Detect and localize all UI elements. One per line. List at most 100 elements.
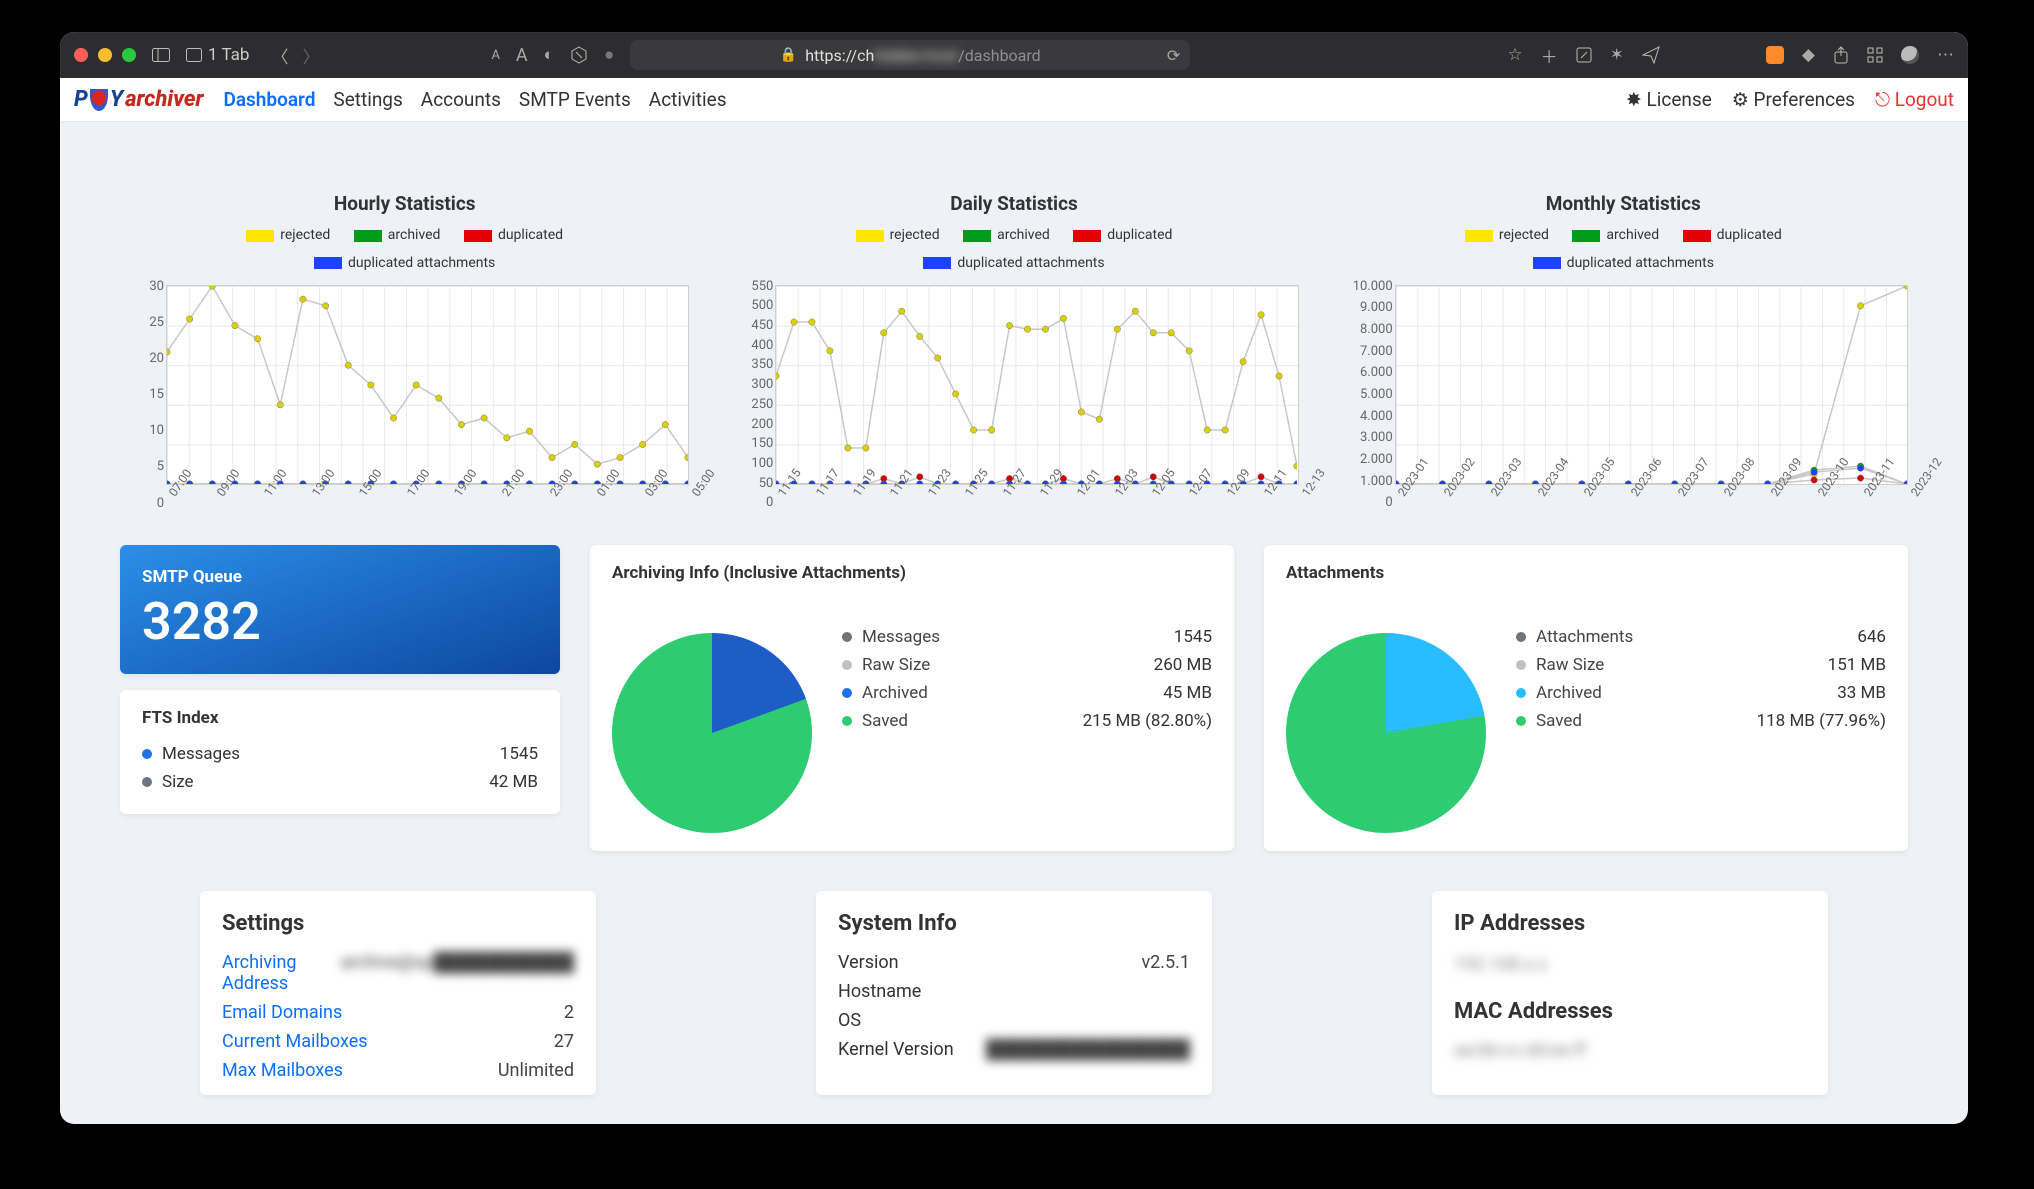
swatch-yellow bbox=[246, 230, 274, 242]
tab-count[interactable]: 1 Tab bbox=[186, 45, 249, 65]
row-label[interactable]: Max Mailboxes bbox=[222, 1060, 343, 1081]
swatch-red bbox=[1073, 230, 1101, 242]
legend-duplicated[interactable]: duplicated bbox=[1683, 223, 1782, 248]
pie-chart-archiving[interactable] bbox=[612, 633, 812, 833]
x-tick: 05:00 bbox=[689, 491, 700, 499]
url-host-hidden: hidden-host bbox=[874, 46, 958, 65]
list-item: Kernel Version ████████████████ bbox=[838, 1035, 1190, 1064]
license-link[interactable]: ✸ License bbox=[1626, 88, 1712, 111]
half-circle-icon[interactable]: ◐ bbox=[544, 45, 554, 65]
adblock-icon[interactable] bbox=[570, 46, 588, 64]
x-tick: 11:00 bbox=[261, 491, 272, 499]
text-size-small-icon[interactable]: A bbox=[491, 48, 499, 63]
nav-back-icon[interactable]: 〈 bbox=[271, 43, 288, 68]
diamond-extension-icon[interactable]: ◆ bbox=[1802, 45, 1815, 65]
logo-text-a: P bbox=[74, 87, 88, 112]
x-tick: 2023-08 bbox=[1721, 491, 1732, 499]
legend-archived[interactable]: archived bbox=[963, 223, 1050, 248]
share-icon[interactable] bbox=[1833, 46, 1849, 64]
sidebar-toggle-icon[interactable] bbox=[152, 48, 170, 62]
license-icon: ✸ bbox=[1626, 88, 1642, 111]
swatch-yellow bbox=[856, 230, 884, 242]
chart-daily-title: Daily Statistics bbox=[729, 192, 1298, 215]
row-value: 45 MB bbox=[1163, 683, 1212, 703]
app-navbar: P Y archiver Dashboard Settings Accounts… bbox=[60, 78, 1968, 122]
reload-icon[interactable]: ⟳ bbox=[1167, 46, 1180, 65]
send-plane-icon[interactable] bbox=[1642, 46, 1660, 64]
legend-dup-attach[interactable]: duplicated attachments bbox=[314, 251, 495, 276]
x-tick: 2023-04 bbox=[1535, 491, 1546, 499]
license-label: License bbox=[1647, 88, 1712, 111]
tab-activities[interactable]: Activities bbox=[649, 88, 727, 111]
tab-settings[interactable]: Settings bbox=[333, 88, 402, 111]
row-label[interactable]: Email Domains bbox=[222, 1002, 342, 1023]
row-label: Messages bbox=[862, 627, 940, 647]
minimize-window-button[interactable] bbox=[98, 48, 112, 62]
chart-daily-plot[interactable] bbox=[775, 285, 1298, 485]
url-protocol: https:// bbox=[805, 46, 857, 65]
grid-apps-icon[interactable] bbox=[1867, 47, 1883, 63]
ip-title: IP Addresses bbox=[1454, 911, 1806, 936]
tab-dashboard[interactable]: Dashboard bbox=[223, 88, 315, 111]
bullet-icon bbox=[1516, 660, 1526, 670]
x-tick: 2023-07 bbox=[1675, 491, 1686, 499]
tab-smtp-events[interactable]: SMTP Events bbox=[519, 88, 631, 111]
record-dot-icon[interactable]: ● bbox=[604, 45, 614, 65]
fullscreen-window-button[interactable] bbox=[122, 48, 136, 62]
legend-archived[interactable]: archived bbox=[1572, 223, 1659, 248]
bullet-icon bbox=[842, 688, 852, 698]
close-window-button[interactable] bbox=[74, 48, 88, 62]
card-smtp-queue[interactable]: SMTP Queue 3282 bbox=[120, 545, 560, 674]
gear-icon: ⚙ bbox=[1732, 88, 1749, 111]
settings-gear-icon[interactable]: ✶ bbox=[1610, 45, 1624, 65]
url-bar[interactable]: 🔒 https://chhidden-host/dashboard ⟳ bbox=[630, 40, 1190, 70]
row-value: 1545 bbox=[1174, 627, 1212, 647]
tab-accounts[interactable]: Accounts bbox=[421, 88, 501, 111]
nav-forward-icon[interactable]: 〉 bbox=[302, 43, 319, 68]
chart-hourly: Hourly Statistics rejected archived dupl… bbox=[120, 192, 689, 505]
text-size-large-icon[interactable]: A bbox=[516, 45, 528, 66]
edit-note-icon[interactable] bbox=[1576, 47, 1592, 63]
list-item: Attachments 646 bbox=[1516, 623, 1886, 651]
chart-monthly-plot[interactable] bbox=[1395, 285, 1908, 485]
row-value: archive@sp███████████ bbox=[341, 952, 574, 994]
row-value: 2 bbox=[564, 1002, 574, 1023]
row-value: ████████████████ bbox=[986, 1039, 1190, 1060]
new-tab-plus-icon[interactable]: ＋ bbox=[1541, 43, 1558, 68]
x-tick: 12-09 bbox=[1224, 491, 1235, 499]
row-label[interactable]: Archiving Address bbox=[222, 952, 341, 994]
smtp-queue-label: SMTP Queue bbox=[142, 567, 538, 587]
chart-legend: rejected archived duplicated duplicated … bbox=[120, 223, 689, 279]
overflow-menu-icon[interactable]: ⋯ bbox=[1937, 45, 1954, 65]
chart-legend: rejected archived duplicated duplicated … bbox=[729, 223, 1298, 279]
logout-link[interactable]: ⎋ Logout bbox=[1875, 88, 1954, 111]
legend-dup-attach[interactable]: duplicated attachments bbox=[1533, 251, 1714, 276]
legend-duplicated[interactable]: duplicated bbox=[1073, 223, 1172, 248]
logout-label: Logout bbox=[1895, 88, 1954, 111]
swatch-blue bbox=[923, 257, 951, 269]
profile-moon-icon[interactable] bbox=[1901, 46, 1919, 64]
star-bookmark-icon[interactable]: ☆ bbox=[1507, 45, 1522, 65]
x-tick: 13:00 bbox=[309, 491, 320, 499]
x-tick: 12-05 bbox=[1149, 491, 1160, 499]
fts-title: FTS Index bbox=[142, 708, 538, 728]
chart-hourly-plot[interactable] bbox=[166, 285, 689, 485]
fox-extension-icon[interactable] bbox=[1766, 46, 1784, 64]
swatch-green bbox=[354, 230, 382, 242]
preferences-link[interactable]: ⚙ Preferences bbox=[1732, 88, 1855, 111]
legend-rejected[interactable]: rejected bbox=[1465, 223, 1549, 248]
pie-chart-attachments[interactable] bbox=[1286, 633, 1486, 833]
app-logo[interactable]: P Y archiver bbox=[74, 87, 203, 112]
list-item: OS bbox=[838, 1006, 1190, 1035]
legend-rejected[interactable]: rejected bbox=[246, 223, 330, 248]
archiving-info-title: Archiving Info (Inclusive Attachments) bbox=[612, 563, 1212, 583]
list-item: Max Mailboxes Unlimited bbox=[222, 1056, 574, 1085]
legend-dup-attach[interactable]: duplicated attachments bbox=[923, 251, 1104, 276]
row-label[interactable]: Current Mailboxes bbox=[222, 1031, 368, 1052]
legend-rejected[interactable]: rejected bbox=[856, 223, 940, 248]
legend-duplicated[interactable]: duplicated bbox=[464, 223, 563, 248]
bullet-icon bbox=[842, 632, 852, 642]
legend-archived[interactable]: archived bbox=[354, 223, 441, 248]
chart-monthly-xaxis: 2023-012023-022023-032023-042023-052023-… bbox=[1395, 491, 1908, 505]
row-label: Messages bbox=[162, 744, 240, 764]
